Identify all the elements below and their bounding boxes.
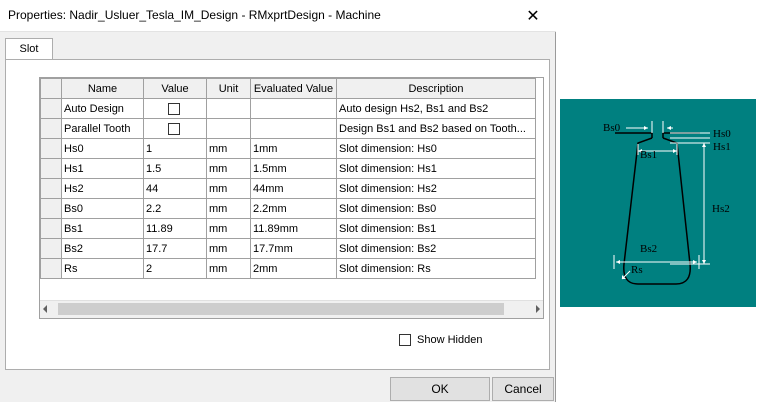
row-header[interactable] xyxy=(40,218,62,239)
properties-dialog: Properties: Nadir_Usluer_Tesla_IM_Design… xyxy=(0,0,556,402)
column-header-value[interactable]: Value xyxy=(143,78,207,99)
cell-evaluated xyxy=(250,98,337,119)
window-title: Properties: Nadir_Usluer_Tesla_IM_Design… xyxy=(8,8,381,22)
show-hidden-option[interactable]: Show Hidden xyxy=(399,334,482,346)
show-hidden-label: Show Hidden xyxy=(417,334,483,346)
cell-evaluated: 1.5mm xyxy=(250,158,337,179)
table-row[interactable]: Hs1 1.5 mm 1.5mm Slot dimension: Hs1 xyxy=(40,158,536,179)
table-row[interactable]: Bs1 11.89 mm 11.89mm Slot dimension: Bs1 xyxy=(40,218,536,239)
column-header-name[interactable]: Name xyxy=(61,78,144,99)
cell-unit xyxy=(206,98,251,119)
column-header-unit[interactable]: Unit xyxy=(206,78,251,99)
slot-panel: Name Value Unit Evaluated Value Descript… xyxy=(5,59,550,370)
auto-design-checkbox[interactable] xyxy=(168,102,180,115)
table-row[interactable]: Parallel Tooth Design Bs1 and Bs2 based … xyxy=(40,118,536,139)
cell-name: Auto Design xyxy=(61,98,144,119)
slot-diagram: Bs0 Hs0 Hs1 Bs1 Hs2 Bs2 Rs xyxy=(560,99,756,307)
cell-evaluated: 17.7mm xyxy=(250,238,337,259)
row-header[interactable] xyxy=(40,118,62,139)
cell-description: Design Bs1 and Bs2 based on Tooth... xyxy=(336,118,536,139)
cell-evaluated: 1mm xyxy=(250,138,337,159)
cell-unit: mm xyxy=(206,258,251,279)
cell-name: Rs xyxy=(61,258,144,279)
cell-description: Slot dimension: Hs2 xyxy=(336,178,536,199)
column-header-description[interactable]: Description xyxy=(336,78,536,99)
cell-description: Slot dimension: Bs0 xyxy=(336,198,536,219)
label-bs2: Bs2 xyxy=(640,243,658,255)
row-header[interactable] xyxy=(40,98,62,119)
cell-name: Bs2 xyxy=(61,238,144,259)
horizontal-scrollbar[interactable] xyxy=(40,300,543,318)
cell-name: Hs0 xyxy=(61,138,144,159)
cell-name: Bs1 xyxy=(61,218,144,239)
table-row[interactable]: Auto Design Auto design Hs2, Bs1 and Bs2 xyxy=(40,98,536,119)
cancel-button[interactable]: Cancel xyxy=(492,377,554,401)
cell-unit: mm xyxy=(206,138,251,159)
cell-unit: mm xyxy=(206,178,251,199)
cell-evaluated: 2mm xyxy=(250,258,337,279)
cell-value[interactable]: 1.5 xyxy=(143,158,207,179)
cell-unit: mm xyxy=(206,218,251,239)
cell-name: Bs0 xyxy=(61,198,144,219)
label-rs: Rs xyxy=(631,264,643,276)
label-hs1: Hs1 xyxy=(713,141,731,153)
table-row[interactable]: Bs0 2.2 mm 2.2mm Slot dimension: Bs0 xyxy=(40,198,536,219)
label-hs2: Hs2 xyxy=(712,203,730,215)
row-header[interactable] xyxy=(40,198,62,219)
scrollbar-thumb[interactable] xyxy=(58,303,504,315)
row-header[interactable] xyxy=(40,258,62,279)
cell-value[interactable]: 1 xyxy=(143,138,207,159)
cell-unit xyxy=(206,118,251,139)
cell-description: Slot dimension: Hs1 xyxy=(336,158,536,179)
cell-value[interactable]: 11.89 xyxy=(143,218,207,239)
property-table: Name Value Unit Evaluated Value Descript… xyxy=(40,78,536,279)
cell-description: Slot dimension: Bs1 xyxy=(336,218,536,239)
cell-value[interactable]: 44 xyxy=(143,178,207,199)
label-bs0: Bs0 xyxy=(603,122,621,134)
column-header-evaluated-value[interactable]: Evaluated Value xyxy=(250,78,337,99)
close-button[interactable]: ✕ xyxy=(510,0,556,31)
row-header[interactable] xyxy=(40,238,62,259)
ok-button[interactable]: OK xyxy=(390,377,490,401)
row-header[interactable] xyxy=(40,158,62,179)
cell-evaluated: 11.89mm xyxy=(250,218,337,239)
cell-unit: mm xyxy=(206,198,251,219)
cell-name: Hs2 xyxy=(61,178,144,199)
cell-description: Slot dimension: Rs xyxy=(336,258,536,279)
cell-description: Auto design Hs2, Bs1 and Bs2 xyxy=(336,98,536,119)
cell-value[interactable]: 17.7 xyxy=(143,238,207,259)
table-row[interactable]: Hs0 1 mm 1mm Slot dimension: Hs0 xyxy=(40,138,536,159)
table-row[interactable]: Hs2 44 mm 44mm Slot dimension: Hs2 xyxy=(40,178,536,199)
table-row[interactable]: Rs 2 mm 2mm Slot dimension: Rs xyxy=(40,258,536,279)
cell-description: Slot dimension: Hs0 xyxy=(336,138,536,159)
cell-value[interactable] xyxy=(143,118,207,139)
title-bar: Properties: Nadir_Usluer_Tesla_IM_Design… xyxy=(0,0,556,32)
cell-name: Hs1 xyxy=(61,158,144,179)
cell-unit: mm xyxy=(206,238,251,259)
cell-evaluated: 44mm xyxy=(250,178,337,199)
show-hidden-checkbox[interactable] xyxy=(399,334,411,346)
cell-description: Slot dimension: Bs2 xyxy=(336,238,536,259)
table-header-row: Name Value Unit Evaluated Value Descript… xyxy=(40,78,536,99)
label-bs1: Bs1 xyxy=(640,149,658,161)
row-header[interactable] xyxy=(40,178,62,199)
label-hs0: Hs0 xyxy=(713,128,731,140)
cell-evaluated: 2.2mm xyxy=(250,198,337,219)
parallel-tooth-checkbox[interactable] xyxy=(168,122,180,135)
tab-slot[interactable]: Slot xyxy=(5,38,53,61)
cell-value[interactable] xyxy=(143,98,207,119)
cell-name: Parallel Tooth xyxy=(61,118,144,139)
cell-evaluated xyxy=(250,118,337,139)
row-header[interactable] xyxy=(40,138,62,159)
cell-value[interactable]: 2.2 xyxy=(143,198,207,219)
grid-corner xyxy=(40,78,62,99)
scroll-right-icon[interactable] xyxy=(536,305,540,313)
cell-unit: mm xyxy=(206,158,251,179)
table-row[interactable]: Bs2 17.7 mm 17.7mm Slot dimension: Bs2 xyxy=(40,238,536,259)
scroll-left-icon[interactable] xyxy=(43,305,47,313)
cell-value[interactable]: 2 xyxy=(143,258,207,279)
property-grid: Name Value Unit Evaluated Value Descript… xyxy=(39,77,544,319)
